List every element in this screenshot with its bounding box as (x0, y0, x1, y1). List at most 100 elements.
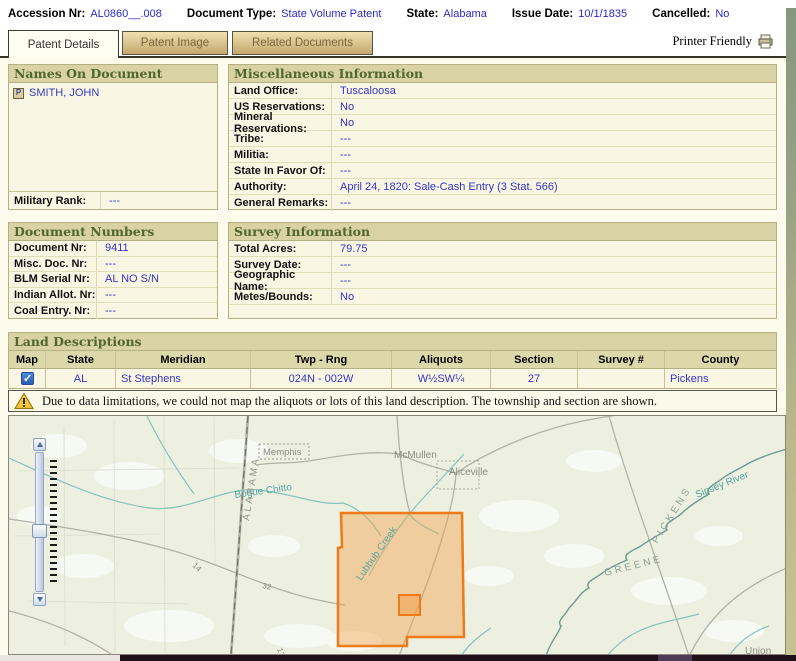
col-twp-rng: Twp - Rng (251, 351, 392, 368)
cell-aliquots: W½SW¼ (392, 369, 491, 388)
printer-icon (758, 34, 773, 49)
mcmullen-label: McMullen (394, 450, 437, 461)
aliceville-label: Aliceville (449, 467, 488, 478)
land-office-row: Land Office: Tuscaloosa (229, 83, 776, 99)
document-type-value: State Volume Patent (281, 8, 382, 20)
military-rank-row: Military Rank: --- (9, 192, 217, 209)
authority-row: Authority: April 24, 1820: Sale-Cash Ent… (229, 179, 776, 195)
col-section: Section (491, 351, 578, 368)
page-right-edge-strip (786, 8, 796, 661)
blm-serial-nr-label: BLM Serial Nr: (9, 272, 97, 287)
township-map[interactable]: Memphis ALABAMA Bogue Chitto McMullen Al… (8, 415, 786, 655)
printer-friendly-button[interactable]: Printer Friendly (672, 34, 774, 49)
cell-twp-rng: 024N - 002W (251, 369, 392, 388)
warning-text: Due to data limitations, we could not ma… (42, 393, 657, 408)
document-nr-label: Document Nr: (9, 241, 97, 256)
tab-bar: Patent Details Patent Image Related Docu… (0, 28, 786, 58)
cancelled-value: No (715, 8, 730, 20)
map-checkbox[interactable] (20, 372, 34, 385)
indian-allot-nr-value: --- (105, 289, 116, 302)
cell-state: AL (46, 369, 116, 388)
patentee-entry: P SMITH, JOHN (13, 87, 213, 99)
document-nr-row: Document Nr: 9411 (9, 241, 217, 257)
cell-county: Pickens (670, 372, 709, 385)
mineral-reservations-row: Mineral Reservations: No (229, 111, 776, 135)
state-in-favor-label: State In Favor Of: (229, 163, 332, 178)
document-type-label: Document Type: (186, 8, 277, 20)
map-checkbox-cell (9, 369, 46, 388)
patentee-icon: P (13, 87, 24, 99)
map-zoom-slider-handle[interactable] (32, 524, 47, 538)
map-zoom-out-button[interactable] (33, 593, 46, 606)
coal-entry-nr-value: --- (105, 305, 116, 318)
map-zoom-slider-track[interactable] (35, 452, 44, 592)
tribe-value: --- (340, 132, 351, 145)
memphis-label: Memphis (263, 447, 302, 458)
us-reservations-value: No (340, 100, 355, 113)
state-field: State: Alabama (406, 8, 486, 20)
cell-survey-nr (578, 369, 665, 388)
blm-serial-nr-row: BLM Serial Nr: AL NO S/N (9, 272, 217, 288)
col-aliquots: Aliquots (392, 351, 491, 368)
cell-section: 27 (491, 369, 578, 388)
names-panel-title: Names On Document (9, 65, 217, 83)
map-limitation-warning: Due to data limitations, we could not ma… (8, 390, 777, 412)
patent-details-content: Names On Document P SMITH, JOHN Military… (0, 58, 786, 655)
geographic-name-row: Geographic Name: --- (229, 269, 776, 293)
militia-label: Militia: (229, 147, 332, 162)
metes-bounds-row: Metes/Bounds: No (229, 289, 776, 305)
militia-value: --- (340, 148, 351, 161)
survey-information-panel: Survey Information Total Acres: 79.75 Su… (228, 222, 777, 319)
land-office-value: Tuscaloosa (340, 84, 396, 97)
document-header-bar: Accession Nr: AL0860__.008 Document Type… (0, 0, 786, 28)
land-descriptions-panel: Land Descriptions Map State Meridian Twp… (8, 332, 777, 389)
state-label: State: (406, 8, 439, 20)
col-meridian: Meridian (116, 351, 251, 368)
general-remarks-row: General Remarks: --- (229, 195, 776, 211)
cancelled-field: Cancelled: No (652, 8, 729, 20)
document-type-field: Document Type: State Volume Patent (187, 8, 382, 20)
indian-allot-nr-label: Indian Allot. Nr: (9, 287, 97, 303)
union-label: Union (745, 646, 771, 655)
names-list: P SMITH, JOHN (9, 83, 217, 192)
coal-entry-nr-row: Coal Entry. Nr: --- (9, 303, 217, 319)
tab-patent-details[interactable]: Patent Details (8, 30, 119, 58)
road-17-label: 17 (275, 647, 286, 655)
col-county: County (701, 353, 740, 366)
issue-date-value: 10/1/1835 (578, 8, 628, 20)
patentee-name: SMITH, JOHN (29, 87, 100, 99)
land-table-row: AL St Stephens 024N - 002W W½SW¼ 27 Pick… (9, 369, 776, 388)
tab-patent-image[interactable]: Patent Image (122, 31, 228, 55)
geographic-name-value: --- (340, 274, 351, 287)
misc-panel-title: Miscellaneous Information (229, 65, 776, 83)
total-acres-label: Total Acres: (229, 241, 332, 256)
land-panel-title: Land Descriptions (9, 333, 776, 351)
printer-friendly-label: Printer Friendly (672, 34, 752, 48)
bottom-bar-segment (658, 655, 692, 661)
section-polygon (398, 594, 421, 616)
general-remarks-label: General Remarks: (229, 195, 332, 211)
mineral-reservations-label: Mineral Reservations: (229, 111, 332, 135)
indian-allot-nr-row: Indian Allot. Nr: --- (9, 287, 217, 304)
accession-label: Accession Nr: (8, 8, 86, 20)
warning-icon (14, 392, 34, 410)
state-in-favor-row: State In Favor Of: --- (229, 163, 776, 179)
tab-related-documents[interactable]: Related Documents (232, 31, 373, 55)
col-map: Map (9, 351, 46, 368)
blm-serial-nr-value: AL NO S/N (105, 273, 159, 286)
geographic-name-label: Geographic Name: (229, 269, 332, 293)
map-zoom-in-button[interactable] (33, 438, 46, 451)
document-numbers-panel: Document Numbers Document Nr: 9411 Misc.… (8, 222, 218, 319)
metes-bounds-label: Metes/Bounds: (229, 289, 332, 304)
bottom-dark-bar (120, 655, 796, 661)
zoom-in-arrow-icon (36, 442, 43, 447)
mineral-reservations-value: No (340, 116, 355, 129)
misc-doc-nr-row: Misc. Doc. Nr: --- (9, 256, 217, 273)
tribe-row: Tribe: --- (229, 131, 776, 147)
military-rank-value: --- (109, 194, 120, 207)
map-canvas: Memphis ALABAMA Bogue Chitto McMullen Al… (9, 416, 785, 655)
zoom-out-arrow-icon (36, 597, 43, 602)
coal-entry-nr-label: Coal Entry. Nr: (9, 303, 97, 319)
land-table-header: Map State Meridian Twp - Rng Aliquots Se… (9, 351, 776, 369)
cell-meridian: St Stephens (116, 369, 251, 388)
